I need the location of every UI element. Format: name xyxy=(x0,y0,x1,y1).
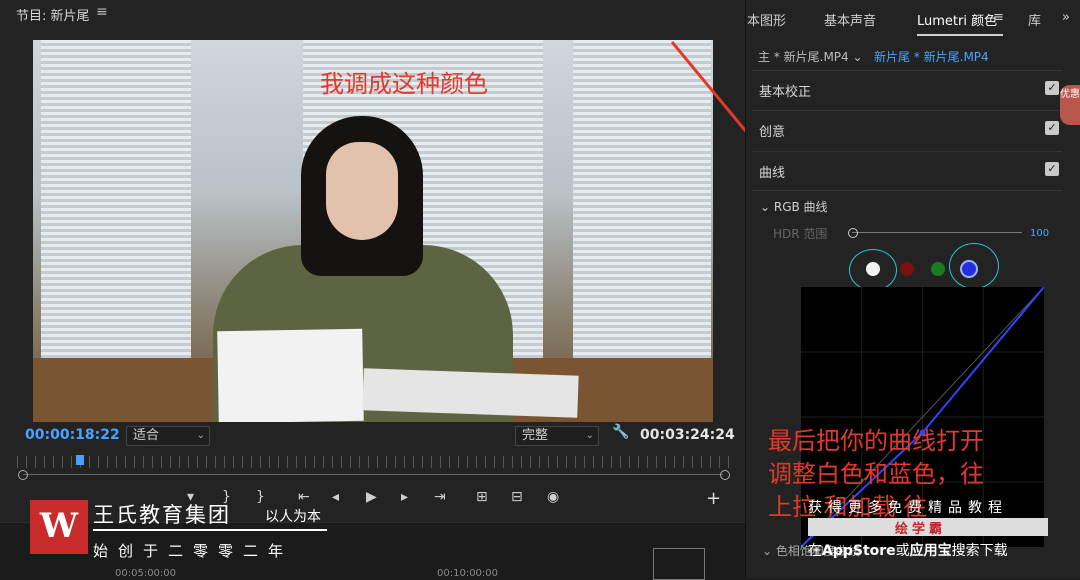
tab-menu-icon[interactable]: ≡ xyxy=(993,10,1004,25)
source-master-select[interactable]: 主 * 新片尾.MP4 ⌄ xyxy=(758,48,863,65)
white-channel-button[interactable] xyxy=(866,262,880,276)
export-frame-icon[interactable]: ◉ xyxy=(547,489,559,505)
section-creative[interactable]: 创意 xyxy=(759,121,785,140)
tab-libraries[interactable]: 库 xyxy=(1028,10,1041,29)
zoom-scrollbar[interactable] xyxy=(23,474,723,475)
scrollbar-left-handle[interactable] xyxy=(18,470,28,480)
hdr-range-handle[interactable] xyxy=(848,228,858,238)
brand-logo: W xyxy=(30,500,88,554)
basic-correction-checkbox[interactable]: ✓ xyxy=(1045,81,1059,95)
chevron-down-icon: ⌄ xyxy=(585,430,594,441)
playhead[interactable] xyxy=(76,455,84,465)
rgb-curves-label: RGB 曲线 xyxy=(773,200,828,214)
promo-brand: 绘学霸 xyxy=(895,522,947,537)
hdr-range-value[interactable]: 100 xyxy=(1030,228,1049,239)
divider xyxy=(752,70,1062,71)
go-to-in-point-icon[interactable]: ⇤ xyxy=(298,489,310,505)
watermark-founded: 始创于二零零二年 xyxy=(93,542,294,560)
zoom-fit-select[interactable]: 适合 ⌄ xyxy=(126,426,210,446)
step-back-icon[interactable]: ◂ xyxy=(332,489,339,505)
promo-line: 获得更多免费精品教程 xyxy=(808,500,1008,516)
settings-wrench-icon[interactable]: 🔧 xyxy=(612,424,629,440)
add-button-icon[interactable]: + xyxy=(706,488,721,509)
rgb-curves-header[interactable]: ⌄ RGB 曲线 xyxy=(760,198,828,215)
hdr-range-label: HDR 范围 xyxy=(773,227,828,241)
chevron-down-icon: ⌄ xyxy=(852,50,863,64)
promo-prefix: 在 xyxy=(808,543,822,559)
window-blinds-left xyxy=(41,40,191,370)
promo-suffix: 搜索下载 xyxy=(951,543,1008,559)
promo-store: AppStore xyxy=(822,543,896,559)
playback-resolution-select[interactable]: 完整 ⌄ xyxy=(515,426,599,446)
promo-or: 或 xyxy=(895,543,910,559)
timeline-time-label: 00:10:00:00 xyxy=(437,568,499,579)
watermark-company: 王氏教育集团 xyxy=(93,503,231,527)
go-to-out-icon[interactable]: ⇥ xyxy=(434,489,446,505)
instruction-line: 最后把你的曲线打开 xyxy=(768,427,984,455)
active-tab-indicator xyxy=(917,34,1003,36)
panel-menu-icon[interactable]: ≡ xyxy=(96,4,108,20)
lift-icon[interactable]: ⊞ xyxy=(476,489,488,505)
hdr-range-slider[interactable] xyxy=(852,232,1022,233)
instruction-line: 调整白色和蓝色，往 xyxy=(768,460,984,488)
source-sequence-link[interactable]: 新片尾 * 新片尾.MP4 xyxy=(874,48,989,65)
time-ruler[interactable] xyxy=(17,456,729,468)
green-channel-button[interactable] xyxy=(931,262,945,276)
divider xyxy=(752,151,1062,152)
annotation-caption: 我调成这种颜色 xyxy=(320,70,488,98)
audio-meter xyxy=(653,548,705,580)
watermark-divider xyxy=(93,529,327,531)
scrollbar-right-handle[interactable] xyxy=(720,470,730,480)
chevron-down-icon: ⌄ xyxy=(196,430,205,441)
panel-title[interactable]: 节目: 新片尾 xyxy=(16,5,90,24)
duration-timecode: 00:03:24:24 xyxy=(640,427,735,443)
chevron-down-icon: ⌄ xyxy=(762,544,776,558)
divider xyxy=(752,110,1062,111)
overflow-icon[interactable]: » xyxy=(1062,10,1070,25)
curves-checkbox[interactable]: ✓ xyxy=(1045,162,1059,176)
play-icon[interactable]: ▶ xyxy=(366,489,377,505)
tab-graphics[interactable]: 本图形 xyxy=(747,10,786,29)
playback-resolution-value: 完整 xyxy=(522,428,549,443)
chevron-down-icon: ⌄ xyxy=(760,200,774,214)
program-monitor-panel: 节目: 新片尾 ≡ 我调成这种颜色 00:00:18:22 适合 ⌄ 完整 ⌄ … xyxy=(0,0,745,580)
step-forward-icon[interactable]: ▸ xyxy=(401,489,408,505)
tab-essential-sound[interactable]: 基本声音 xyxy=(824,10,876,29)
promo-app: 应用宝 xyxy=(909,543,952,559)
promo-download: 在AppStore或应用宝搜索下载 xyxy=(808,540,1008,560)
section-basic-correction[interactable]: 基本校正 xyxy=(759,81,811,100)
source-master-label: 主 * 新片尾.MP4 xyxy=(758,50,849,64)
red-channel-button[interactable] xyxy=(900,262,914,276)
zoom-fit-value: 适合 xyxy=(133,428,160,443)
current-timecode[interactable]: 00:00:18:22 xyxy=(25,427,120,443)
watermark-slogan: 以人为本 xyxy=(265,509,321,525)
creative-checkbox[interactable]: ✓ xyxy=(1045,121,1059,135)
papers-stack xyxy=(362,368,579,418)
go-to-in-icon[interactable]: } xyxy=(256,489,265,505)
tab-lumetri-color[interactable]: Lumetri 颜色 xyxy=(917,10,997,29)
divider xyxy=(752,190,1062,191)
timeline-time-label: 00:05:00:00 xyxy=(115,568,177,579)
notepad xyxy=(217,328,364,422)
person-face xyxy=(326,142,398,240)
blue-channel-button[interactable] xyxy=(960,260,978,278)
side-promo-badge[interactable]: 优惠 xyxy=(1060,85,1080,125)
extract-icon[interactable]: ⊟ xyxy=(511,489,523,505)
section-curves[interactable]: 曲线 xyxy=(759,162,785,181)
